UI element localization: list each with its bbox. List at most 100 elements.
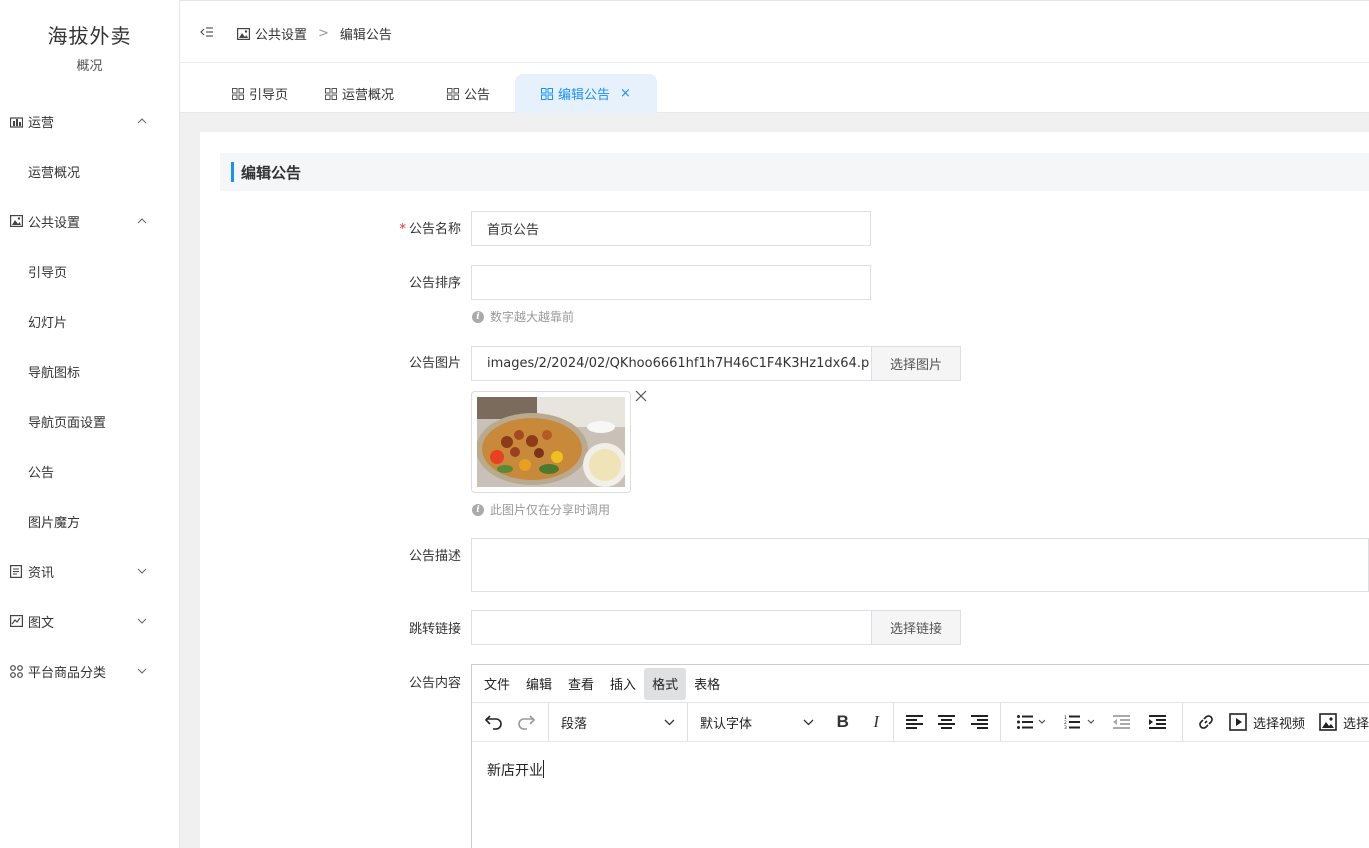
sidebar-item-announcement[interactable]: 公告 xyxy=(0,446,179,496)
grid-icon xyxy=(447,87,459,100)
sidebar-group-picture-text[interactable]: 图文 xyxy=(0,596,179,646)
sort-input[interactable] xyxy=(471,265,871,300)
chevron-down-icon xyxy=(664,719,675,725)
sidebar-group-product-category[interactable]: 平台商品分类 xyxy=(0,646,179,696)
image-path-input[interactable]: images/2/2024/02/QKhoo6661hf1h7H46C1F4K3… xyxy=(471,346,872,381)
menu-view[interactable]: 查看 xyxy=(560,668,602,700)
editor-menubar: 文件 编辑 查看 插入 格式 表格 xyxy=(472,665,1369,703)
menu-table[interactable]: 表格 xyxy=(686,668,728,700)
history-group xyxy=(472,703,549,741)
menu-fold-icon[interactable] xyxy=(200,25,214,39)
main-content: 编辑公告 * 公告名称 首页公告 公告排序 i 数字越大越靠前 公告图片 image… xyxy=(200,132,1369,848)
align-left-icon[interactable] xyxy=(905,703,923,741)
select-image-button[interactable]: 选择图片 xyxy=(871,346,961,381)
name-label: * 公告名称 xyxy=(399,222,461,237)
sidebar-group-label: 平台商品分类 xyxy=(28,665,107,681)
chevron-down-icon xyxy=(803,719,814,725)
block-format-value: 段落 xyxy=(561,716,588,732)
image-label: 公告图片 xyxy=(408,356,461,371)
chevron-up-icon xyxy=(137,118,147,124)
sidebar-item-image-cube[interactable]: 图片魔方 xyxy=(0,496,179,546)
menu-edit[interactable]: 编辑 xyxy=(518,668,560,700)
numbered-list-icon[interactable]: 123 xyxy=(1064,703,1094,741)
grid-icon xyxy=(541,87,553,100)
text-caret xyxy=(543,760,544,778)
image-hint: i 此图片仅在分享时调用 xyxy=(472,501,610,518)
chevron-up-icon xyxy=(137,218,147,224)
sidebar-group-label: 公共设置 xyxy=(28,215,81,231)
sidebar-group-news[interactable]: 资讯 xyxy=(0,546,179,596)
tab-edit-announcement[interactable]: 编辑公告 × xyxy=(515,74,657,113)
image-icon xyxy=(1319,713,1337,731)
font-family-value: 默认字体 xyxy=(700,716,753,732)
sort-label: 公告排序 xyxy=(408,276,461,291)
link-input[interactable] xyxy=(471,610,872,645)
redo-icon[interactable] xyxy=(511,703,541,741)
content-label: 公告内容 xyxy=(408,676,461,691)
editor-content: 新店开业 xyxy=(487,763,543,779)
link-icon[interactable] xyxy=(1193,703,1219,741)
bullet-list-icon[interactable] xyxy=(1016,703,1045,741)
breadcrumb-current: 编辑公告 xyxy=(339,28,392,43)
grid-icon xyxy=(325,87,337,100)
editor-toolbar: 段落 默认字体 B I 123 选择视频 选择 xyxy=(472,703,1369,742)
font-family-select[interactable]: 默认字体 xyxy=(688,703,826,741)
menu-format[interactable]: 格式 xyxy=(644,667,687,700)
sidebar-item-nav-icons[interactable]: 导航图标 xyxy=(0,346,179,396)
rich-text-editor: 文件 编辑 查看 插入 格式 表格 段落 默认字体 B I 1 2 3 选择视频… xyxy=(471,664,1369,848)
image-icon xyxy=(237,27,250,40)
outdent-icon[interactable] xyxy=(1113,703,1131,741)
remove-image-icon[interactable] xyxy=(635,390,647,402)
breadcrumb: 公共设置 > 编辑公告 xyxy=(237,24,392,43)
bold-icon[interactable]: B xyxy=(828,703,858,741)
sidebar-group-operations[interactable]: 运营 xyxy=(0,96,179,146)
tab-label: 编辑公告 xyxy=(558,88,611,103)
desc-textarea[interactable] xyxy=(471,538,1369,592)
sidebar-group-public-settings[interactable]: 公共设置 xyxy=(0,196,179,246)
sort-hint: i 数字越大越靠前 xyxy=(472,308,574,325)
name-input[interactable]: 首页公告 xyxy=(471,211,871,246)
italic-icon[interactable]: I xyxy=(861,703,891,741)
required-mark: * xyxy=(399,222,406,237)
info-icon: i xyxy=(472,503,484,516)
list-group: 123 xyxy=(1001,703,1183,741)
select-link-button[interactable]: 选择链接 xyxy=(871,610,961,645)
indent-icon[interactable] xyxy=(1149,703,1167,741)
insert-video-button[interactable]: 选择视频 xyxy=(1229,703,1305,741)
align-center-icon[interactable] xyxy=(938,703,956,741)
sidebar-item-guide-page[interactable]: 引导页 xyxy=(0,246,179,296)
tab-label: 公告 xyxy=(464,88,491,103)
section-header: 编辑公告 xyxy=(220,153,1369,191)
insert-image-label: 选择 xyxy=(1343,716,1369,732)
sidebar-group-label: 运营 xyxy=(28,115,55,131)
tab-operations-overview[interactable]: 运营概况 xyxy=(325,74,394,113)
chevron-down-icon xyxy=(137,618,147,624)
breadcrumb-item[interactable]: 公共设置 xyxy=(255,24,307,43)
sidebar: 海拔外卖 概况 运营 运营概况 公共设置 引导页 幻灯片 导航图标 导航页面设置… xyxy=(0,0,180,848)
header: 公共设置 > 编辑公告 xyxy=(180,0,1369,63)
menu-insert[interactable]: 插入 xyxy=(602,668,644,700)
align-right-icon[interactable] xyxy=(971,703,989,741)
undo-icon[interactable] xyxy=(479,703,509,741)
chevron-down-icon xyxy=(137,568,147,574)
sidebar-menu: 运营 运营概况 公共设置 引导页 幻灯片 导航图标 导航页面设置 公告 图片魔方… xyxy=(0,96,179,696)
sidebar-group-label: 资讯 xyxy=(28,565,55,581)
block-format-select[interactable]: 段落 xyxy=(549,703,688,741)
food-photo xyxy=(477,397,625,487)
sidebar-item-slideshow[interactable]: 幻灯片 xyxy=(0,296,179,346)
sidebar-item-operations-overview[interactable]: 运营概况 xyxy=(0,146,179,196)
insert-image-button[interactable]: 选择 xyxy=(1319,703,1369,741)
svg-text:3: 3 xyxy=(1064,725,1067,729)
sidebar-item-nav-page-settings[interactable]: 导航页面设置 xyxy=(0,396,179,446)
editor-body[interactable]: 新店开业 xyxy=(472,742,1369,798)
image-icon xyxy=(9,214,23,228)
tab-announcement[interactable]: 公告 xyxy=(447,74,490,113)
brand-subtitle[interactable]: 概况 xyxy=(0,55,179,74)
tab-close-icon[interactable]: × xyxy=(620,86,631,101)
tab-guide-page[interactable]: 引导页 xyxy=(232,74,288,113)
tab-label: 引导页 xyxy=(249,88,289,103)
news-icon xyxy=(9,564,23,578)
tab-bar: 引导页 运营概况 公告 编辑公告 × xyxy=(180,63,1369,113)
menu-file[interactable]: 文件 xyxy=(476,668,518,700)
info-icon: i xyxy=(472,310,484,323)
